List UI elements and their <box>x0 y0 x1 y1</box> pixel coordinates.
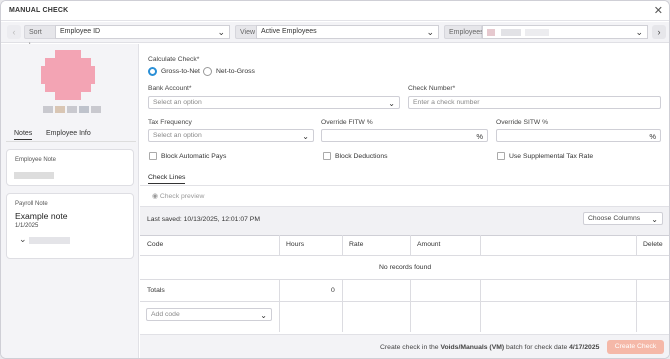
override-fitw-label: Override FITW % <box>321 119 373 126</box>
payroll-note-card: Payroll Note Example note 1/1/2025 ⌄ <box>6 193 134 259</box>
percent-icon: % <box>476 132 483 141</box>
employees-label: Employees <box>444 25 484 39</box>
add-code-select[interactable]: Add code ⌄ <box>146 308 272 321</box>
totals-hours: 0 <box>331 287 335 294</box>
employee-panel: Notes Employee Info Employee Note Payrol… <box>1 44 139 358</box>
column-header-amount: Amount <box>417 241 441 248</box>
net-to-gross-radio[interactable] <box>203 67 212 76</box>
employee-name-blur <box>43 106 101 113</box>
net-to-gross-label: Net-to-Gross <box>216 68 255 75</box>
footer-text: Create check in the Voids/Manuals (VM) b… <box>380 344 600 351</box>
employee-avatar-blur <box>487 29 495 36</box>
bank-account-select[interactable]: Select an option ⌄ <box>148 96 400 109</box>
view-select[interactable]: Active Employees ⌄ <box>256 25 439 39</box>
employees-select[interactable]: ⌄ <box>482 25 648 39</box>
tax-frequency-select[interactable]: Select an option ⌄ <box>148 129 314 142</box>
table: Code Hours Rate Amount Delete No records… <box>140 235 669 332</box>
block-deductions-label: Block Deductions <box>335 153 388 160</box>
employee-name-blur <box>500 29 521 36</box>
prev-employee-icon[interactable]: ‹ <box>7 25 21 39</box>
block-automatic-pays-label: Block Automatic Pays <box>161 153 227 160</box>
column-header-code: Code <box>147 241 164 248</box>
window-title: MANUAL CHECK <box>9 7 69 14</box>
override-fitw-input[interactable]: % <box>321 129 488 142</box>
chevron-down-icon: ⌄ <box>217 27 225 37</box>
block-deductions-checkbox[interactable] <box>323 152 331 160</box>
check-preview-button[interactable]: ◉ Check preview <box>152 192 204 200</box>
close-icon[interactable]: ✕ <box>654 4 663 17</box>
tax-frequency-label: Tax Frequency <box>148 119 192 126</box>
bank-account-label: Bank Account* <box>148 85 192 92</box>
check-lines-grid: Last saved: 10/13/2025, 12:01:07 PM Choo… <box>140 206 669 332</box>
last-saved-text: Last saved: 10/13/2025, 12:01:07 PM <box>147 216 260 223</box>
avatar <box>41 50 95 100</box>
sort-by-label: Sort by <box>24 25 56 50</box>
calculate-check-label: Calculate Check* <box>148 56 200 63</box>
employee-note-label: Employee Note <box>15 157 57 163</box>
gross-to-net-label: Gross-to-Net <box>161 68 200 75</box>
tab-employee-info[interactable]: Employee Info <box>46 130 91 137</box>
tab-notes[interactable]: Notes <box>14 130 33 140</box>
check-number-input[interactable]: Enter a check number <box>408 96 661 109</box>
payroll-note-blur <box>29 237 70 244</box>
employee-note-card: Employee Note <box>6 149 134 186</box>
tab-divider <box>140 185 669 186</box>
supplemental-tax-rate-checkbox[interactable] <box>497 152 505 160</box>
eye-icon: ◉ <box>152 193 158 200</box>
totals-label: Totals <box>147 287 165 294</box>
batch-name: Voids/Manuals (VM) <box>440 344 505 351</box>
percent-icon: % <box>649 132 656 141</box>
column-header-delete: Delete <box>643 241 663 248</box>
override-sitw-input[interactable]: % <box>496 129 661 142</box>
chevron-down-icon: ⌄ <box>635 27 643 37</box>
footer: Create check in the Voids/Manuals (VM) b… <box>140 334 669 358</box>
title-bar: MANUAL CHECK ✕ <box>1 1 669 21</box>
next-employee-icon[interactable]: › <box>652 25 666 39</box>
main-panel: Calculate Check* Gross-to-Net Net-to-Gro… <box>140 44 669 358</box>
view-label: View <box>235 25 257 39</box>
column-header-hours: Hours <box>286 241 305 248</box>
empty-state-text: No records found <box>379 264 432 271</box>
chevron-down-icon: ⌄ <box>260 311 267 320</box>
chevron-down-icon[interactable]: ⌄ <box>19 234 27 245</box>
create-check-button[interactable]: Create Check <box>607 340 664 354</box>
employee-id-blur <box>524 29 549 36</box>
view-value: Active Employees <box>261 28 317 35</box>
employee-note-blur <box>14 172 54 179</box>
payroll-note-label: Payroll Note <box>15 201 48 207</box>
chevron-down-icon: ⌄ <box>388 99 395 108</box>
payroll-note-date: 1/1/2025 <box>15 223 39 229</box>
check-number-label: Check Number* <box>408 85 456 92</box>
gross-to-net-radio[interactable] <box>148 67 157 76</box>
manual-check-window: MANUAL CHECK ✕ ‹ Sort by Employee ID ⌄ V… <box>0 0 670 359</box>
check-date: 4/17/2025 <box>569 344 600 351</box>
filter-bar: ‹ Sort by Employee ID ⌄ View Active Empl… <box>1 22 669 50</box>
payroll-note-title: Example note <box>15 211 68 221</box>
chevron-down-icon: ⌄ <box>426 27 434 37</box>
sort-by-value: Employee ID <box>60 28 101 35</box>
chevron-down-icon: ⌄ <box>651 215 658 224</box>
choose-columns-select[interactable]: Choose Columns ⌄ <box>583 212 663 225</box>
tab-check-lines[interactable]: Check Lines <box>148 174 186 184</box>
supplemental-tax-rate-label: Use Supplemental Tax Rate <box>509 153 594 160</box>
column-header-rate: Rate <box>349 241 364 248</box>
override-sitw-label: Override SITW % <box>496 119 549 126</box>
chevron-down-icon: ⌄ <box>302 132 309 141</box>
left-tabs: Notes Employee Info <box>6 128 136 142</box>
sort-by-select[interactable]: Employee ID ⌄ <box>55 25 230 39</box>
block-automatic-pays-checkbox[interactable] <box>149 152 157 160</box>
